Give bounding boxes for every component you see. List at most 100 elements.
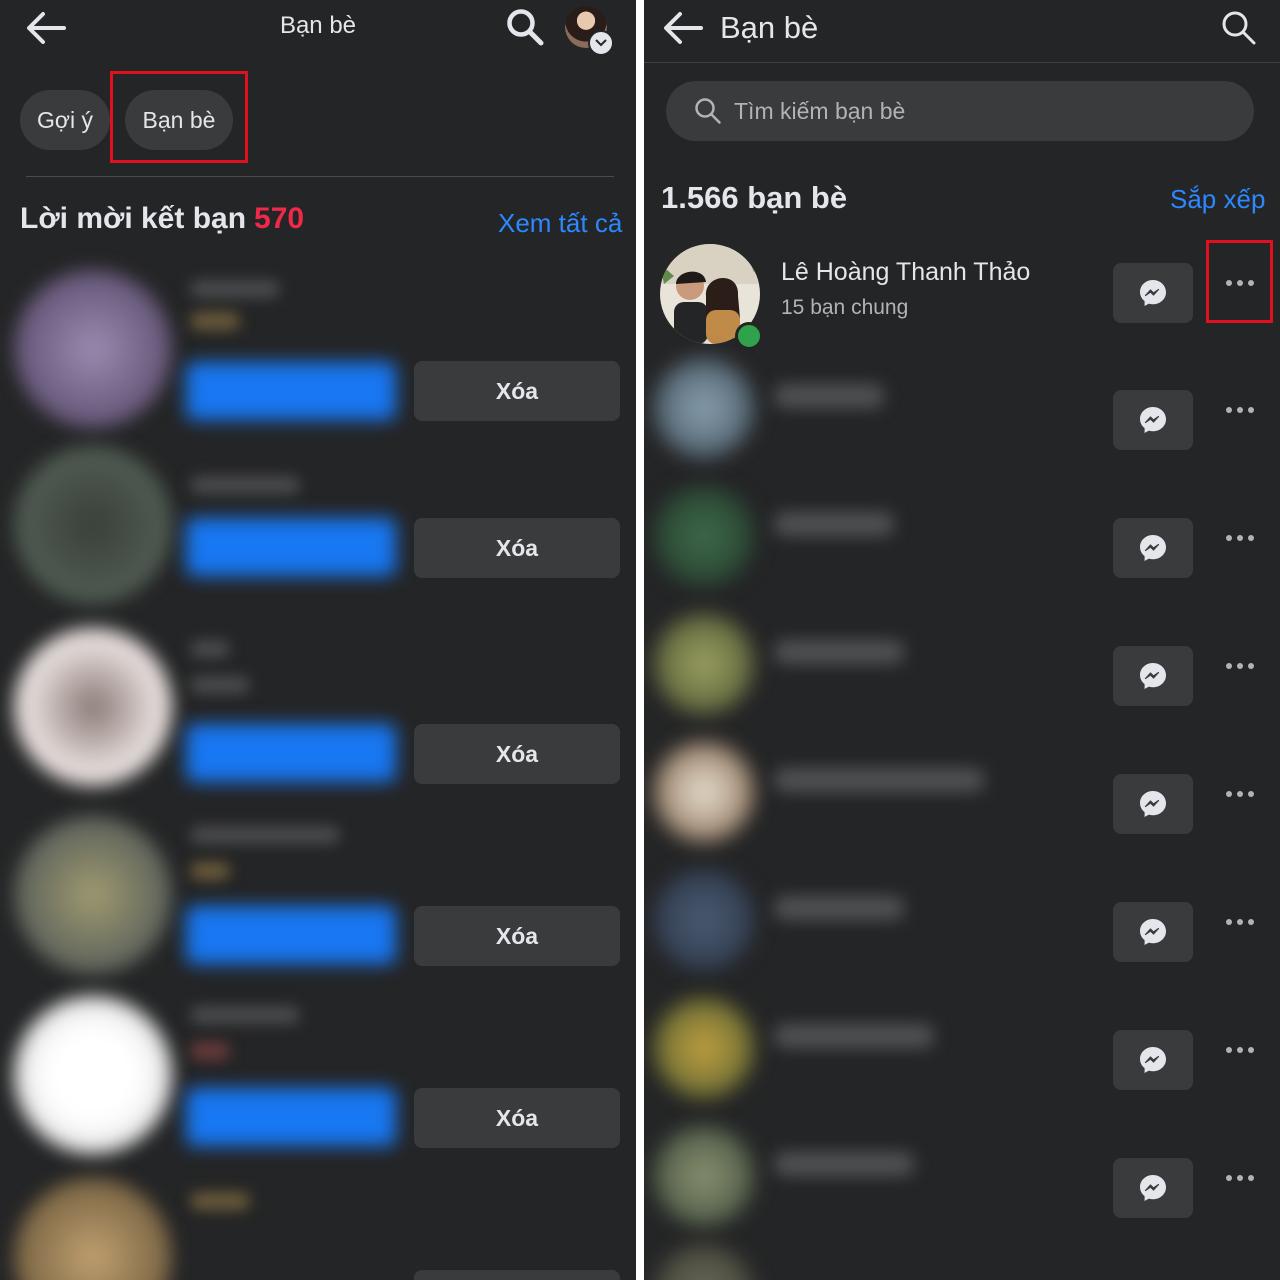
messenger-button[interactable] (1113, 1158, 1193, 1218)
delete-button[interactable]: Xóa (414, 724, 620, 784)
messenger-icon (1140, 1175, 1166, 1201)
panel-divider (636, 0, 644, 1280)
divider (644, 62, 1280, 63)
more-options-button[interactable] (1210, 892, 1270, 952)
messenger-icon (1140, 1047, 1166, 1073)
blurred-name (190, 640, 230, 658)
confirm-button[interactable] (186, 362, 396, 420)
tab-friends[interactable]: Bạn bè (125, 90, 233, 150)
list-item: Xóa (0, 250, 636, 440)
delete-button[interactable]: Xóa (414, 361, 620, 421)
more-dots-icon (1226, 791, 1254, 797)
avatar (654, 870, 754, 970)
blurred-name (774, 768, 984, 792)
delete-button[interactable]: Xóa (414, 906, 620, 966)
mutual-friends: 15 bạn chung (781, 296, 909, 319)
delete-button[interactable]: Xóa (414, 1088, 620, 1148)
more-dots-icon (1226, 1047, 1254, 1053)
blurred-name (774, 384, 884, 408)
more-options-button[interactable] (1210, 508, 1270, 568)
more-options-button[interactable] (1210, 1148, 1270, 1208)
blurred-name (190, 476, 300, 494)
confirm-button[interactable] (186, 518, 396, 576)
friend-row[interactable] (644, 1122, 1280, 1250)
avatar (14, 270, 172, 428)
search-icon (694, 97, 722, 125)
blurred-mutual (190, 676, 250, 694)
list-item: Xóa (0, 440, 636, 620)
heading-label: Lời mời kết bạn (20, 202, 247, 235)
blurred-name (774, 896, 904, 920)
messenger-button[interactable] (1113, 646, 1193, 706)
sort-link[interactable]: Sắp xếp (1170, 184, 1265, 215)
confirm-button[interactable] (186, 906, 396, 964)
more-dots-icon (1226, 535, 1254, 541)
friend-name[interactable]: Lê Hoàng Thanh Thảo (781, 258, 1030, 287)
delete-button[interactable]: Xóa (414, 518, 620, 578)
avatar (14, 1178, 172, 1280)
blurred-name (774, 1152, 914, 1176)
confirm-button[interactable] (186, 1088, 396, 1146)
avatar (14, 446, 172, 604)
avatar (654, 742, 754, 842)
blurred-mutual (190, 312, 240, 330)
more-dots-icon (1226, 407, 1254, 413)
messenger-button[interactable] (1113, 390, 1193, 450)
divider (26, 176, 614, 177)
more-dots-icon (1226, 280, 1254, 286)
blurred-name (774, 512, 894, 536)
messenger-button[interactable] (1113, 1030, 1193, 1090)
messenger-button[interactable] (1113, 263, 1193, 323)
search-icon[interactable] (500, 4, 550, 50)
blurred-name (190, 1006, 300, 1024)
avatar (14, 628, 172, 786)
friend-requests-heading: Lời mời kết bạn 570 (20, 202, 304, 236)
avatar (654, 1244, 754, 1280)
blurred-name (190, 280, 280, 298)
right-panel: Bạn bè 1.566 bạn bè Sắp xếp Lê (644, 0, 1280, 1280)
blurred-mutual (190, 862, 230, 880)
blurred-name (190, 826, 340, 844)
tab-suggestions[interactable]: Gợi ý (20, 90, 110, 150)
messenger-icon (1140, 791, 1166, 817)
delete-button[interactable] (414, 1270, 620, 1280)
messenger-icon (1140, 919, 1166, 945)
messenger-button[interactable] (1113, 774, 1193, 834)
confirm-button[interactable] (186, 724, 396, 782)
avatar (14, 816, 172, 974)
more-dots-icon (1226, 919, 1254, 925)
search-icon[interactable] (1214, 6, 1264, 50)
back-arrow-icon[interactable] (658, 6, 708, 50)
list-item (0, 1170, 636, 1280)
friend-row[interactable] (644, 1240, 1280, 1280)
friend-row[interactable] (644, 610, 1280, 738)
more-options-button[interactable] (1210, 764, 1270, 824)
search-field[interactable] (666, 81, 1254, 141)
chevron-down-icon[interactable] (588, 30, 614, 56)
list-item: Xóa (0, 990, 636, 1170)
more-options-button[interactable] (1210, 1020, 1270, 1080)
friend-row[interactable]: Lê Hoàng Thanh Thảo 15 bạn chung (644, 240, 1280, 368)
messenger-icon (1140, 535, 1166, 561)
avatar (654, 614, 754, 714)
more-options-button[interactable] (1210, 380, 1270, 440)
friend-row[interactable] (644, 354, 1280, 482)
see-all-link[interactable]: Xem tất cả (498, 208, 622, 239)
friend-row[interactable] (644, 738, 1280, 866)
avatar (654, 998, 754, 1098)
friend-count: 1.566 bạn bè (661, 180, 848, 215)
more-options-button[interactable] (1210, 253, 1270, 313)
messenger-button[interactable] (1113, 518, 1193, 578)
messenger-icon (1140, 663, 1166, 689)
blurred-name (774, 1024, 934, 1048)
more-dots-icon (1226, 1175, 1254, 1181)
list-item: Xóa (0, 810, 636, 990)
friend-row[interactable] (644, 994, 1280, 1122)
avatar (654, 486, 754, 586)
search-input[interactable] (732, 96, 1216, 126)
friend-row[interactable] (644, 866, 1280, 994)
friend-row[interactable] (644, 482, 1280, 610)
avatar (654, 1126, 754, 1226)
more-options-button[interactable] (1210, 636, 1270, 696)
messenger-button[interactable] (1113, 902, 1193, 962)
